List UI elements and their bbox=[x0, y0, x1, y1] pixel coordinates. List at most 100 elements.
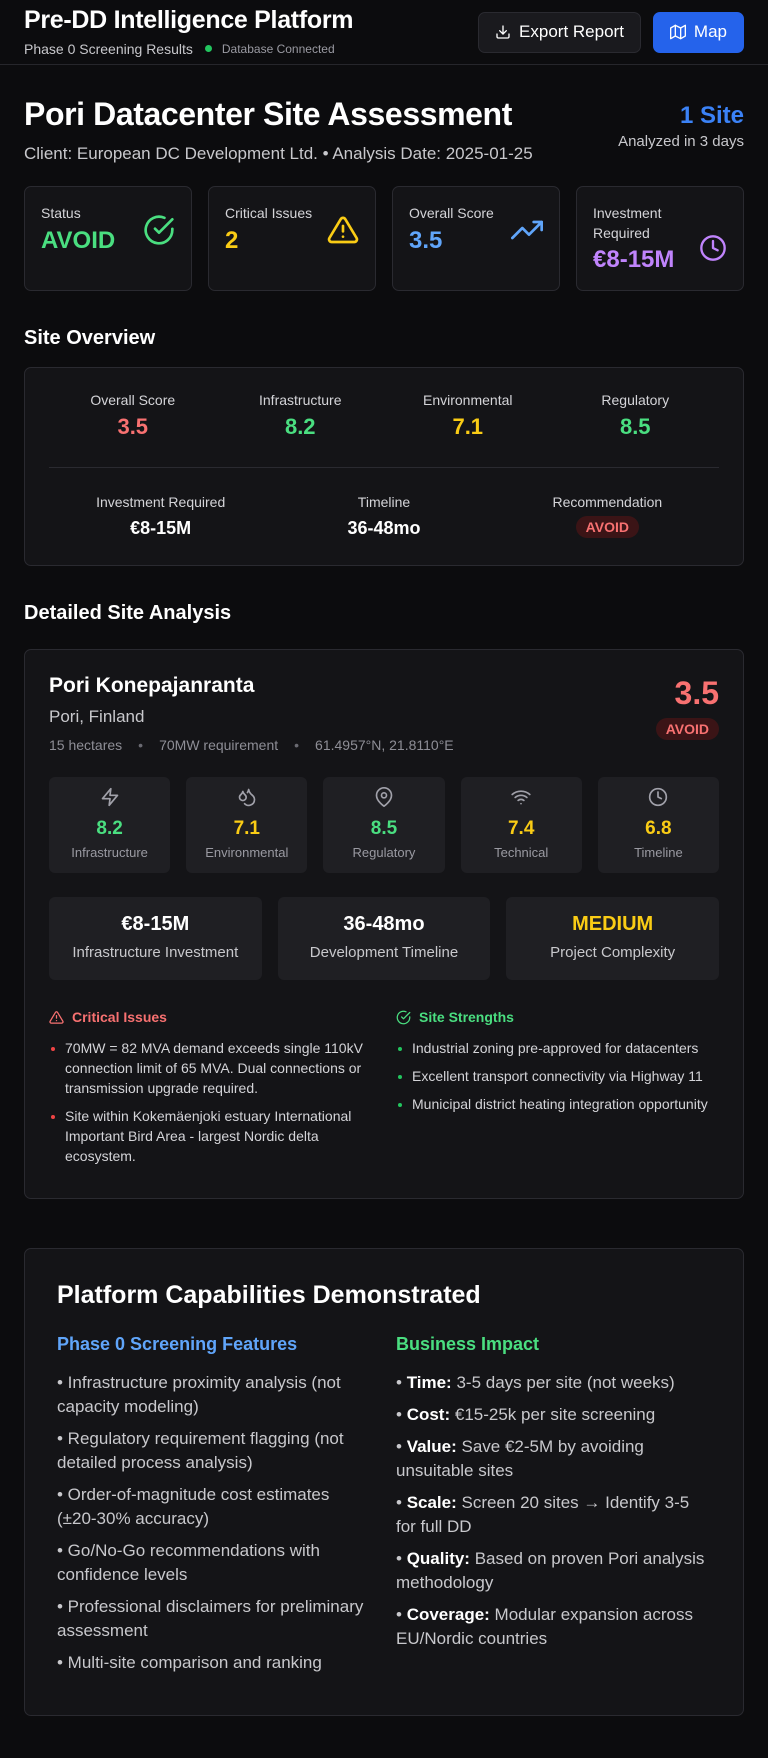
summary-label: Investment Required bbox=[96, 494, 226, 511]
export-report-button[interactable]: Export Report bbox=[478, 11, 641, 53]
map-icon bbox=[669, 24, 686, 40]
list-item: Municipal district heating integration o… bbox=[396, 1094, 719, 1114]
score-label: Regulatory bbox=[601, 392, 670, 409]
list-item: Excellent transport connectivity via Hig… bbox=[396, 1066, 719, 1086]
list-item: 70MW = 82 MVA demand exceeds single 110k… bbox=[49, 1038, 372, 1098]
score-value: 7.1 bbox=[452, 414, 484, 440]
stat-value: €8-15M bbox=[593, 246, 675, 274]
metric-label: Environmental bbox=[205, 845, 289, 861]
list-item: Industrial zoning pre-approved for datac… bbox=[396, 1038, 719, 1058]
impact-key: Value: bbox=[406, 1437, 457, 1457]
metric-timeline: 6.8 Timeline bbox=[597, 777, 719, 874]
metric-tiles: 8.2 Infrastructure 7.1 Environmental 8.5… bbox=[49, 777, 719, 874]
site-score: 3.5 AVOID bbox=[655, 674, 719, 753]
metric-value: 7.1 bbox=[233, 818, 260, 840]
capabilities-title: Platform Capabilities Demonstrated bbox=[57, 1281, 481, 1310]
summary-label: Infrastructure Investment bbox=[72, 944, 239, 962]
overview-infrastructure: Infrastructure 8.2 bbox=[217, 392, 385, 440]
app-subtitle-row: Phase 0 Screening Results Database Conne… bbox=[24, 41, 353, 57]
page-meta: Client: European DC Development Ltd. • A… bbox=[24, 144, 533, 164]
summary-label: Project Complexity bbox=[550, 944, 676, 962]
section-title-overview: Site Overview bbox=[24, 327, 156, 350]
site-strengths-column: Site Strengths Industrial zoning pre-app… bbox=[396, 1009, 719, 1174]
site-score-value: 3.5 bbox=[674, 675, 719, 712]
map-label: Map bbox=[693, 22, 727, 41]
impact-text: €15-25k per site screening bbox=[450, 1405, 656, 1425]
stat-label: Status bbox=[41, 205, 81, 222]
impact-key: Quality: bbox=[406, 1549, 470, 1569]
score-label: Environmental bbox=[423, 392, 513, 409]
list-item: • Professional disclaimers for prelimina… bbox=[57, 1597, 364, 1641]
stat-label: Critical Issues bbox=[225, 205, 313, 222]
stat-cards: Status AVOID Critical Issues 2 Overall S… bbox=[24, 186, 744, 292]
map-button[interactable]: Map bbox=[652, 11, 744, 53]
summary-timeline: 36-48mo Development Timeline bbox=[277, 897, 491, 981]
summary-value: 36-48mo bbox=[343, 913, 425, 936]
critical-issues-heading: Critical Issues bbox=[49, 1009, 372, 1025]
list-item: • Order-of-magnitude cost estimates (±20… bbox=[57, 1485, 330, 1529]
metric-technical: 7.4 Technical bbox=[460, 777, 582, 874]
metric-label: Timeline bbox=[634, 845, 683, 861]
site-strengths-title: Site Strengths bbox=[419, 1009, 514, 1026]
list-item: • Cost: €15-25k per site screening bbox=[396, 1405, 656, 1425]
stat-value: 2 bbox=[225, 226, 239, 254]
critical-issues-column: Critical Issues 70MW = 82 MVA demand exc… bbox=[49, 1009, 372, 1174]
list-item: Site within Kokemäenjoki estuary Interna… bbox=[49, 1106, 372, 1166]
score-label: Overall Score bbox=[90, 392, 176, 409]
impact-title: Business Impact bbox=[396, 1334, 540, 1355]
status-dot bbox=[204, 45, 212, 52]
impact-key: Cost: bbox=[406, 1405, 451, 1425]
site-count-value: 1 Site bbox=[679, 102, 744, 129]
summary-value: €8-15M bbox=[130, 518, 192, 539]
section-title-detail: Detailed Site Analysis bbox=[24, 602, 232, 625]
page-title: Pori Datacenter Site Assessment bbox=[24, 96, 512, 132]
site-coordinates: 61.4957°N, 21.8110°E bbox=[315, 737, 454, 754]
metric-label: Technical bbox=[494, 845, 549, 861]
overview-regulatory: Regulatory 8.5 bbox=[552, 392, 720, 440]
warning-icon bbox=[327, 216, 359, 244]
stat-card-status: Status AVOID bbox=[24, 186, 192, 292]
recommendation-badge: AVOID bbox=[575, 516, 639, 539]
list-item: • Go/No-Go recommendations with confiden… bbox=[57, 1541, 320, 1585]
summary-value: €8-15M bbox=[121, 913, 190, 936]
summary-investment: €8-15M Infrastructure Investment bbox=[49, 897, 262, 981]
impact-key: Scale: bbox=[406, 1493, 457, 1513]
meta-separator: • bbox=[294, 737, 300, 754]
metric-environmental: 7.1 Environmental bbox=[186, 777, 308, 874]
capabilities-grid: Phase 0 Screening Features • Infrastruct… bbox=[57, 1334, 711, 1683]
db-status: Database Connected bbox=[221, 41, 335, 56]
map-pin-icon bbox=[375, 787, 393, 808]
summary-tiles: €8-15M Infrastructure Investment 36-48mo… bbox=[49, 897, 719, 981]
overview-timeline: Timeline 36-48mo bbox=[272, 494, 495, 539]
summary-label: Development Timeline bbox=[309, 944, 459, 962]
site-header: Pori Konepajanranta Pori, Finland 15 hec… bbox=[49, 674, 719, 753]
stat-label: Investment Required bbox=[593, 205, 662, 241]
impact-key: Coverage: bbox=[406, 1605, 490, 1625]
site-overview-card: Overall Score 3.5 Infrastructure 8.2 Envir… bbox=[24, 367, 744, 567]
check-circle-icon bbox=[396, 1010, 411, 1025]
site-location: Pori, Finland bbox=[49, 707, 145, 727]
summary-row: Investment Required €8-15M Timeline 36-48m… bbox=[49, 468, 719, 539]
list-item: • Value: Save €2-5M by avoiding unsuitab… bbox=[396, 1437, 644, 1481]
droplet-icon bbox=[238, 788, 256, 807]
impact-key: Time: bbox=[406, 1373, 452, 1393]
score-value: 8.2 bbox=[284, 414, 316, 440]
clock-icon bbox=[700, 235, 726, 262]
summary-complexity: MEDIUM Project Complexity bbox=[506, 897, 719, 981]
site-count: 1 Site Analyzed in 3 days bbox=[618, 97, 744, 150]
stat-card-investment: Investment Required €8-15M bbox=[576, 186, 744, 292]
list-item: • Regulatory requirement flagging (not d… bbox=[57, 1429, 344, 1473]
list-item: • Infrastructure proximity analysis (not… bbox=[57, 1373, 341, 1417]
lightning-icon bbox=[101, 788, 118, 807]
metric-value: 7.4 bbox=[507, 818, 535, 840]
score-row: Overall Score 3.5 Infrastructure 8.2 Envir… bbox=[49, 392, 720, 469]
stat-value: AVOID bbox=[41, 226, 116, 254]
site-strengths-heading: Site Strengths bbox=[396, 1009, 719, 1025]
site-detail-card: Pori Konepajanranta Pori, Finland 15 hec… bbox=[24, 649, 744, 1200]
trending-up-icon bbox=[511, 220, 543, 240]
check-circle-icon bbox=[144, 215, 174, 245]
stat-value: 3.5 bbox=[409, 226, 443, 254]
page-heading: Pori Datacenter Site Assessment Client: … bbox=[24, 96, 744, 164]
issues-strengths: Critical Issues 70MW = 82 MVA demand exc… bbox=[49, 1009, 719, 1174]
critical-issues-title: Critical Issues bbox=[72, 1009, 167, 1026]
